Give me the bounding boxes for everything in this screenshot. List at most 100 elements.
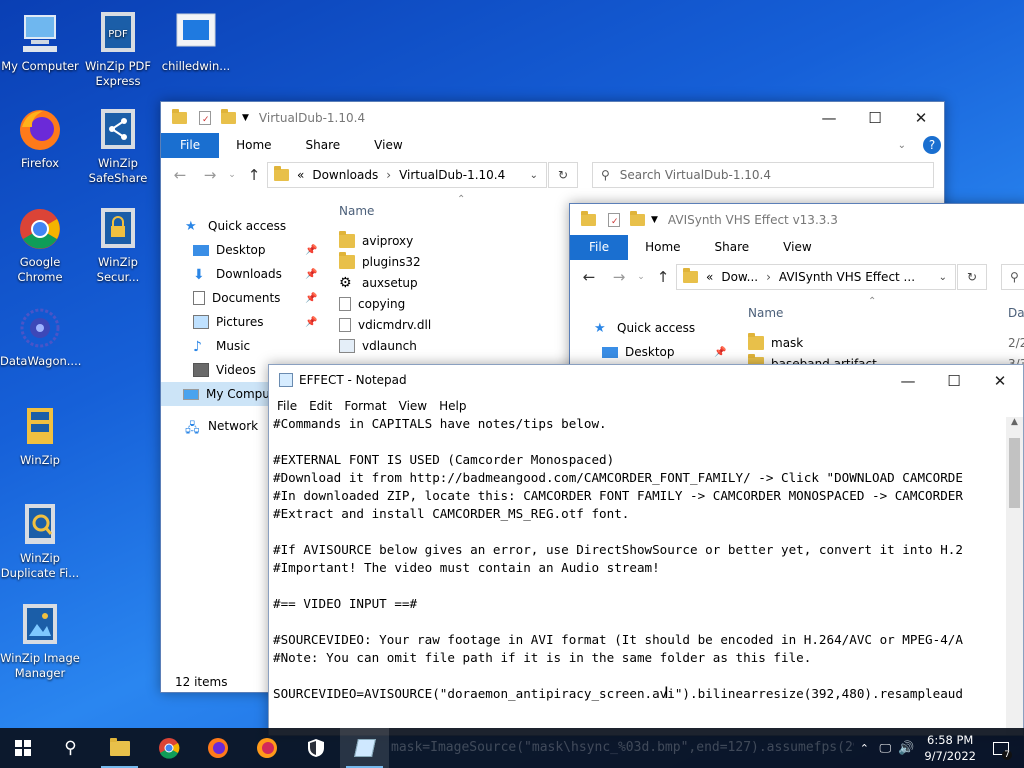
desktop-icon-chilledwin[interactable]: chilledwin...: [156, 10, 236, 74]
search-input[interactable]: ⚲ Search VirtualDub-1.10.4: [592, 162, 934, 188]
close-button[interactable]: ✕: [977, 365, 1023, 396]
desktop-icon-winzip-duplicate[interactable]: WinZip Duplicate Fi...: [0, 502, 80, 581]
menu-format[interactable]: Format: [338, 399, 392, 413]
maximize-button[interactable]: ☐: [931, 365, 977, 396]
volume-icon[interactable]: 🔊: [896, 741, 916, 756]
text-editor[interactable]: #Commands in CAPITALS have notes/tips be…: [269, 417, 1005, 735]
help-icon[interactable]: ?: [923, 136, 941, 154]
maximize-button[interactable]: ☐: [852, 102, 898, 133]
taskbar-firefox[interactable]: [193, 728, 242, 768]
chevron-down-icon[interactable]: ▼: [242, 113, 249, 123]
back-icon[interactable]: ←: [165, 166, 195, 184]
tab-share[interactable]: Share: [698, 235, 767, 260]
refresh-button[interactable]: ↻: [548, 162, 578, 188]
breadcrumb-avisynth[interactable]: AVISynth VHS Effect ...: [779, 270, 915, 284]
breadcrumb-virtualdub[interactable]: VirtualDub-1.10.4: [399, 168, 505, 182]
vertical-scrollbar[interactable]: ▲: [1006, 417, 1023, 735]
breadcrumb-downloads[interactable]: Downloads: [312, 168, 378, 182]
breadcrumb-overflow[interactable]: «: [297, 168, 304, 182]
forward-icon[interactable]: →: [604, 268, 634, 286]
desktop-icon-winzip-pdf[interactable]: PDF WinZip PDF Express: [78, 10, 158, 89]
column-header-name[interactable]: Name: [748, 306, 783, 320]
menu-help[interactable]: Help: [433, 399, 472, 413]
taskbar-file-explorer[interactable]: [95, 728, 144, 768]
new-folder-icon[interactable]: [630, 210, 645, 226]
desktop-icon-my-computer[interactable]: My Computer: [0, 10, 80, 74]
breadcrumb-downloads[interactable]: Dow...: [721, 270, 758, 284]
desktop-icon-chrome[interactable]: Google Chrome: [0, 206, 80, 285]
recent-locations-icon[interactable]: ⌄: [225, 170, 239, 180]
list-item[interactable]: aviproxy: [339, 230, 569, 251]
title-bar[interactable]: EFFECT - Notepad — ☐ ✕: [269, 365, 1023, 395]
list-item[interactable]: plugins32: [339, 251, 569, 272]
up-icon[interactable]: ↑: [239, 166, 269, 184]
desktop-icon-datawagon[interactable]: DataWagon....: [0, 305, 81, 369]
chevron-up-icon[interactable]: ⌃: [854, 742, 874, 755]
desktop-icon-winzip[interactable]: WinZip: [0, 404, 80, 468]
close-button[interactable]: ✕: [898, 102, 944, 133]
list-item[interactable]: copying: [339, 293, 569, 314]
column-header-name[interactable]: Name: [339, 204, 374, 218]
nav-item-downloads[interactable]: ⬇ Downloads 📌: [185, 262, 335, 286]
back-icon[interactable]: ←: [574, 268, 604, 286]
chevron-down-icon[interactable]: ⌄: [939, 272, 947, 283]
forward-icon[interactable]: →: [195, 166, 225, 184]
tab-view[interactable]: View: [357, 133, 419, 158]
taskbar-notepad[interactable]: [340, 728, 389, 768]
title-bar[interactable]: ✓ ▼ VirtualDub-1.10.4 — ☐ ✕: [161, 102, 944, 133]
ribbon-expand-icon[interactable]: ⌄: [898, 133, 906, 158]
pin-icon[interactable]: 📌: [714, 347, 726, 358]
notepad-window[interactable]: EFFECT - Notepad — ☐ ✕ File Edit Format …: [268, 364, 1024, 736]
refresh-button[interactable]: ↻: [957, 264, 987, 290]
tab-share[interactable]: Share: [289, 133, 358, 158]
column-header-date[interactable]: Dat: [1008, 306, 1024, 320]
title-bar[interactable]: ✓ ▼ AVISynth VHS Effect v13.3.3: [570, 204, 1024, 235]
pin-icon[interactable]: 📌: [305, 293, 317, 304]
nav-item-music[interactable]: ♪ Music: [185, 334, 335, 358]
taskbar-security[interactable]: [291, 728, 340, 768]
desktop-icon-firefox[interactable]: Firefox: [0, 107, 80, 171]
chevron-down-icon[interactable]: ▼: [651, 215, 658, 225]
network-icon[interactable]: 🖵: [874, 741, 896, 756]
desktop-icon-winzip-image[interactable]: WinZip Image Manager: [0, 602, 80, 681]
properties-icon[interactable]: ✓: [608, 212, 620, 227]
up-icon[interactable]: ↑: [648, 268, 678, 286]
list-item[interactable]: vdicmdrv.dll: [339, 314, 569, 335]
menu-view[interactable]: View: [393, 399, 433, 413]
chevron-down-icon[interactable]: ⌄: [530, 170, 538, 181]
recent-locations-icon[interactable]: ⌄: [634, 272, 648, 282]
tab-file[interactable]: File: [161, 133, 220, 158]
nav-item-desktop[interactable]: Desktop 📌: [594, 340, 744, 364]
address-bar[interactable]: « Downloads › VirtualDub-1.10.4 ⌄: [267, 162, 547, 188]
tab-home[interactable]: Home: [628, 235, 697, 260]
properties-icon[interactable]: ✓: [199, 110, 211, 125]
desktop-icon-winzip-secure[interactable]: WinZip Secur...: [78, 206, 158, 285]
pin-icon[interactable]: 📌: [305, 269, 317, 280]
taskbar-chrome[interactable]: [144, 728, 193, 768]
scroll-up-arrow[interactable]: ▲: [1006, 417, 1023, 434]
notification-button[interactable]: 7: [984, 728, 1018, 768]
taskbar-firefox-dev[interactable]: [242, 728, 291, 768]
clock[interactable]: 6:58 PM 9/7/2022: [916, 732, 984, 764]
menu-edit[interactable]: Edit: [303, 399, 338, 413]
pin-icon[interactable]: 📌: [305, 245, 317, 256]
list-item[interactable]: mask2/2: [748, 332, 1024, 353]
search-button[interactable]: ⚲: [46, 728, 95, 768]
start-button[interactable]: [0, 728, 46, 768]
nav-item-desktop[interactable]: Desktop 📌: [185, 238, 335, 262]
minimize-button[interactable]: —: [806, 102, 852, 133]
list-item[interactable]: ⚙ auxsetup: [339, 272, 569, 293]
pin-icon[interactable]: 📌: [305, 317, 317, 328]
tab-file[interactable]: File: [570, 235, 629, 260]
minimize-button[interactable]: —: [885, 365, 931, 396]
nav-item-documents[interactable]: Documents 📌: [185, 286, 335, 310]
breadcrumb-overflow[interactable]: «: [706, 270, 713, 284]
address-bar[interactable]: « Dow... › AVISynth VHS Effect ... ⌄: [676, 264, 956, 290]
nav-item-pictures[interactable]: Pictures 📌: [185, 310, 335, 334]
scroll-thumb[interactable]: [1009, 438, 1020, 508]
nav-item-quick-access[interactable]: ★ Quick access: [594, 316, 744, 340]
list-item[interactable]: vdlaunch: [339, 335, 569, 356]
desktop-icon-winzip-safeshare[interactable]: WinZip SafeShare: [78, 107, 158, 186]
new-folder-icon[interactable]: [221, 108, 236, 124]
menu-file[interactable]: File: [269, 399, 303, 413]
